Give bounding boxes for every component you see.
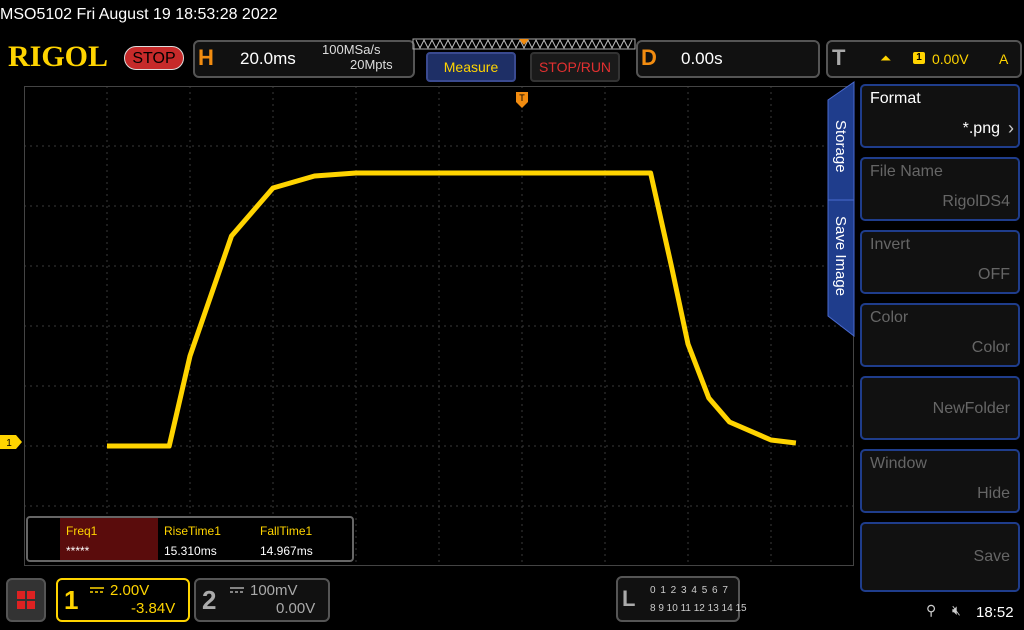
softkey-value: Color (971, 339, 1010, 356)
run-state-badge: STOP (124, 46, 184, 70)
stop-run-button[interactable]: STOP/RUN (530, 52, 620, 82)
trigger-time-marker: T (516, 92, 528, 108)
softkey-value: OFF (978, 266, 1010, 283)
softkey-invert[interactable]: Invert OFF (860, 230, 1020, 294)
softkey-value: RigolDS4 (942, 193, 1010, 210)
tab-save-image: Save Image (832, 216, 849, 296)
delay-value: 0.00s (681, 49, 723, 68)
softkey-file-name[interactable]: File Name RigolDS4 (860, 157, 1020, 221)
channel1-trace (107, 170, 797, 449)
trigger-level: 0.00V (932, 51, 969, 67)
logic-label: L (622, 586, 636, 611)
trigger-source-badge: 1 (913, 52, 925, 64)
clock: 18:52 (976, 604, 1014, 621)
graticule (24, 86, 854, 566)
softkey-value: *.png (962, 120, 1000, 137)
measure-value: ***** (66, 544, 90, 558)
chevron-right-icon: › (1008, 118, 1014, 138)
softkey-label: Color (870, 309, 909, 326)
svg-text:1: 1 (6, 438, 12, 449)
measure-item-risetime[interactable]: RiseTime1 15.310ms (158, 518, 256, 560)
dc-coupling-icon (230, 587, 244, 593)
main-menu-button[interactable] (6, 578, 46, 622)
measure-item-freq[interactable]: Freq1 ***** (60, 518, 158, 560)
softkey-label: Format (870, 90, 921, 107)
trigger-label: T (832, 45, 846, 70)
measurement-results: Freq1 ***** RiseTime1 15.310ms FallTime1… (26, 516, 354, 562)
channel2-offset: 0.00V (276, 600, 316, 617)
device-datetime: MSO5102 Fri August 19 18:53:28 2022 (0, 6, 278, 23)
tab-storage: Storage (832, 120, 849, 173)
channel1-offset: -3.84V (131, 600, 176, 617)
status-title-bar: MSO5102 Fri August 19 18:53:28 2022 (0, 0, 1024, 34)
softkey-label: Invert (870, 236, 911, 253)
rising-edge-icon: ⏶ (880, 50, 892, 66)
softkey-value: Hide (977, 485, 1010, 502)
softkey-value: NewFolder (932, 400, 1010, 417)
measure-value: 15.310ms (164, 544, 217, 558)
horizontal-label: H (198, 45, 214, 70)
softkey-new-folder[interactable]: NewFolder (860, 376, 1020, 440)
channel1-scale: 2.00V (110, 582, 150, 599)
menu-side-tab: Storage Save Image (827, 81, 855, 338)
dc-coupling-icon (90, 587, 104, 593)
usb-icon: ⚲ (926, 602, 937, 618)
measure-name: RiseTime1 (164, 524, 221, 538)
delay-panel[interactable] (636, 40, 820, 78)
softkey-label: Window (870, 455, 927, 472)
menu-grid-icon (17, 591, 35, 609)
measure-item-falltime[interactable]: FallTime1 14.967ms (254, 518, 352, 560)
channel1-number: 1 (64, 585, 79, 615)
softkey-label: File Name (870, 163, 943, 180)
measure-name: Freq1 (66, 524, 98, 538)
sample-rate: 100MSa/s (322, 42, 381, 57)
softkey-save[interactable]: Save (860, 522, 1020, 592)
brand-logo: RIGOL (8, 40, 109, 73)
memory-depth: 20Mpts (350, 57, 393, 72)
softkey-value: Save (973, 548, 1010, 565)
channel1-ground-marker[interactable]: 1 (0, 434, 24, 450)
softkey-window[interactable]: Window Hide (860, 449, 1020, 513)
delay-label: D (641, 45, 657, 70)
channel2-number: 2 (202, 585, 217, 615)
trigger-mode: A (999, 51, 1009, 67)
channel2-scale: 100mV (250, 582, 298, 599)
speaker-muted-icon[interactable]: 🔇︎ (952, 602, 961, 619)
measure-button[interactable]: Measure (426, 52, 516, 82)
timebase-value: 20.0ms (240, 49, 296, 68)
logic-channels-row1: 0 1 2 3 4 5 6 7 (650, 585, 729, 596)
softkey-format[interactable]: Format *.png › (860, 84, 1020, 148)
svg-text:T: T (519, 93, 525, 103)
logic-channels-row2: 8 9 10 11 12 13 14 15 (650, 603, 747, 614)
waveform-position-ruler (412, 38, 636, 50)
softkey-color[interactable]: Color Color (860, 303, 1020, 367)
measure-name: FallTime1 (260, 524, 313, 538)
measure-value: 14.967ms (260, 544, 313, 558)
waveform-display[interactable]: T (24, 86, 854, 566)
